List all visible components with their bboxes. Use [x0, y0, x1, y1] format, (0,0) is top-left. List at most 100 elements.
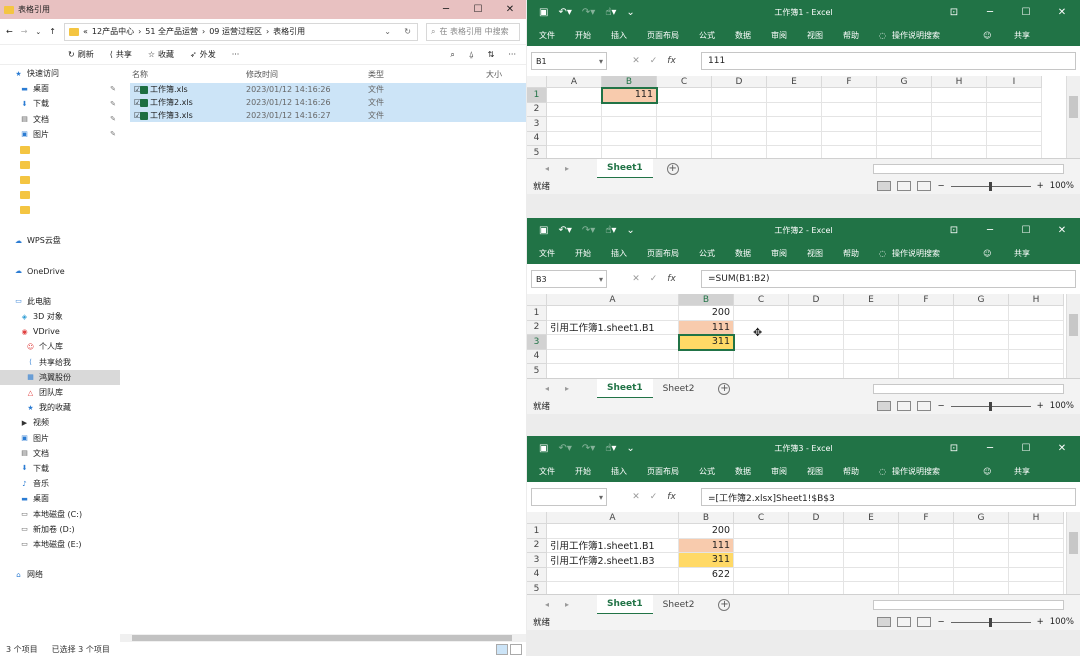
- cell[interactable]: [767, 117, 822, 132]
- nav-item[interactable]: ▬ 桌面: [0, 491, 120, 506]
- cell[interactable]: [657, 88, 712, 103]
- nav-item[interactable]: ▶ 视频: [0, 415, 120, 430]
- cell[interactable]: [954, 335, 1009, 350]
- cell[interactable]: [734, 538, 789, 553]
- cell[interactable]: [734, 524, 789, 539]
- nav-item[interactable]: ☁ OneDrive: [0, 263, 120, 278]
- cell[interactable]: [844, 306, 899, 321]
- tell-me-search[interactable]: 操作说明搜索: [892, 466, 940, 477]
- column-header[interactable]: E: [844, 294, 899, 306]
- path-separator[interactable]: ›: [202, 27, 205, 36]
- cell[interactable]: [844, 349, 899, 364]
- up-arrow-icon[interactable]: ↑: [49, 27, 56, 36]
- row-header[interactable]: 2: [527, 538, 547, 553]
- customize-toolbar-icon[interactable]: ⌄: [626, 225, 634, 236]
- close-icon[interactable]: ✕: [1044, 436, 1080, 460]
- breadcrumb-segment[interactable]: 12产品中心: [92, 26, 134, 37]
- cell[interactable]: [844, 567, 899, 582]
- row-header[interactable]: 4: [527, 567, 547, 582]
- next-sheet-icon[interactable]: ▸: [565, 600, 569, 609]
- nav-item[interactable]: ▤ 文档 ✎: [0, 112, 120, 127]
- insert-function-icon[interactable]: fx: [667, 274, 676, 284]
- cell[interactable]: [547, 349, 679, 364]
- select-all-corner[interactable]: [527, 512, 547, 524]
- cell[interactable]: [547, 88, 602, 103]
- minimize-icon[interactable]: ─: [972, 218, 1008, 242]
- cell[interactable]: [954, 538, 1009, 553]
- sheet-tab[interactable]: Sheet2: [653, 379, 705, 399]
- close-icon[interactable]: ✕: [1044, 0, 1080, 24]
- page-break-view-icon[interactable]: [917, 617, 932, 627]
- ribbon-display-icon[interactable]: ⊡: [936, 218, 972, 242]
- cell[interactable]: [789, 335, 844, 350]
- close-icon[interactable]: ✕: [494, 0, 526, 19]
- cell[interactable]: [844, 553, 899, 568]
- cell[interactable]: [932, 102, 987, 117]
- formula-input[interactable]: 111: [701, 52, 1076, 70]
- name-box[interactable]: B1: [531, 52, 607, 70]
- column-header-name[interactable]: 名称: [132, 69, 148, 80]
- cell[interactable]: [734, 364, 789, 379]
- nav-item[interactable]: ▭ 本地磁盘 (E:): [0, 537, 120, 552]
- history-chevron-icon[interactable]: ⌄: [384, 27, 391, 36]
- column-header[interactable]: H: [1009, 512, 1064, 524]
- ribbon-tab[interactable]: 页面布局: [647, 248, 679, 259]
- cell[interactable]: [602, 117, 657, 132]
- enter-icon[interactable]: ✓: [650, 492, 658, 502]
- cell-value[interactable]: 622: [679, 567, 734, 582]
- worksheet-grid[interactable]: ABCDEFGH123456200引用工作簿1.sheet1.B1111引用工作…: [527, 512, 1080, 611]
- minimize-icon[interactable]: ─: [972, 0, 1008, 24]
- forward-arrow-icon[interactable]: →: [21, 27, 28, 36]
- scrollbar-thumb[interactable]: [1069, 314, 1078, 336]
- ribbon-tab[interactable]: 公式: [699, 466, 715, 477]
- cell-value[interactable]: 引用工作簿1.sheet1.B1: [547, 538, 679, 553]
- nav-spacer[interactable]: [0, 172, 120, 187]
- ribbon-tab[interactable]: 数据: [735, 248, 751, 259]
- ribbon-tab[interactable]: 审阅: [771, 466, 787, 477]
- cell[interactable]: [712, 131, 767, 146]
- zoom-level[interactable]: 100%: [1050, 617, 1074, 627]
- pin-icon[interactable]: ✎: [110, 130, 116, 138]
- cell[interactable]: [734, 553, 789, 568]
- cell[interactable]: [789, 364, 844, 379]
- sheet-tab[interactable]: Sheet1: [597, 158, 653, 179]
- ribbon-display-icon[interactable]: ⊡: [936, 436, 972, 460]
- cell[interactable]: [954, 567, 1009, 582]
- refresh-button[interactable]: ↻ 刷新: [68, 49, 94, 60]
- page-break-view-icon[interactable]: [917, 181, 932, 191]
- previous-sheet-icon[interactable]: ◂: [545, 164, 549, 173]
- nav-item[interactable]: ☁ WPS云盘: [0, 233, 120, 248]
- undo-icon[interactable]: ↶▾: [558, 7, 571, 18]
- vertical-scrollbar[interactable]: [1066, 294, 1080, 378]
- share-button[interactable]: ☺ 共享: [983, 248, 1050, 259]
- normal-view-icon[interactable]: [877, 617, 892, 627]
- column-header[interactable]: B: [679, 512, 734, 524]
- column-header[interactable]: G: [954, 512, 1009, 524]
- cell[interactable]: [899, 335, 954, 350]
- ribbon-tab[interactable]: 开始: [575, 466, 591, 477]
- path-separator[interactable]: ›: [266, 27, 269, 36]
- cell[interactable]: [932, 88, 987, 103]
- cell[interactable]: [789, 553, 844, 568]
- cell[interactable]: [844, 335, 899, 350]
- cell-value[interactable]: 引用工作簿2.sheet1.B3: [547, 553, 679, 568]
- breadcrumb-segment[interactable]: 51 全产品运营: [145, 26, 198, 37]
- tell-me-search[interactable]: 操作说明搜索: [892, 248, 940, 259]
- cell[interactable]: [679, 349, 734, 364]
- cell[interactable]: [844, 524, 899, 539]
- cell[interactable]: [1009, 335, 1064, 350]
- nav-item[interactable]: ▣ 图片 ✎: [0, 127, 120, 142]
- column-header[interactable]: D: [789, 294, 844, 306]
- undo-icon[interactable]: ↶▾: [558, 443, 571, 454]
- ribbon-tab[interactable]: 插入: [611, 30, 627, 41]
- ribbon-tab[interactable]: 帮助: [843, 30, 859, 41]
- cell[interactable]: [547, 567, 679, 582]
- cell[interactable]: [899, 553, 954, 568]
- refresh-icon[interactable]: ↻: [404, 27, 411, 36]
- ribbon-tab[interactable]: 文件: [539, 466, 555, 477]
- tiles-view-icon[interactable]: [510, 644, 522, 655]
- ribbon-tab[interactable]: 开始: [575, 248, 591, 259]
- cell[interactable]: [899, 306, 954, 321]
- redo-icon[interactable]: ↷▾: [582, 443, 595, 454]
- customize-toolbar-icon[interactable]: ⌄: [626, 7, 634, 18]
